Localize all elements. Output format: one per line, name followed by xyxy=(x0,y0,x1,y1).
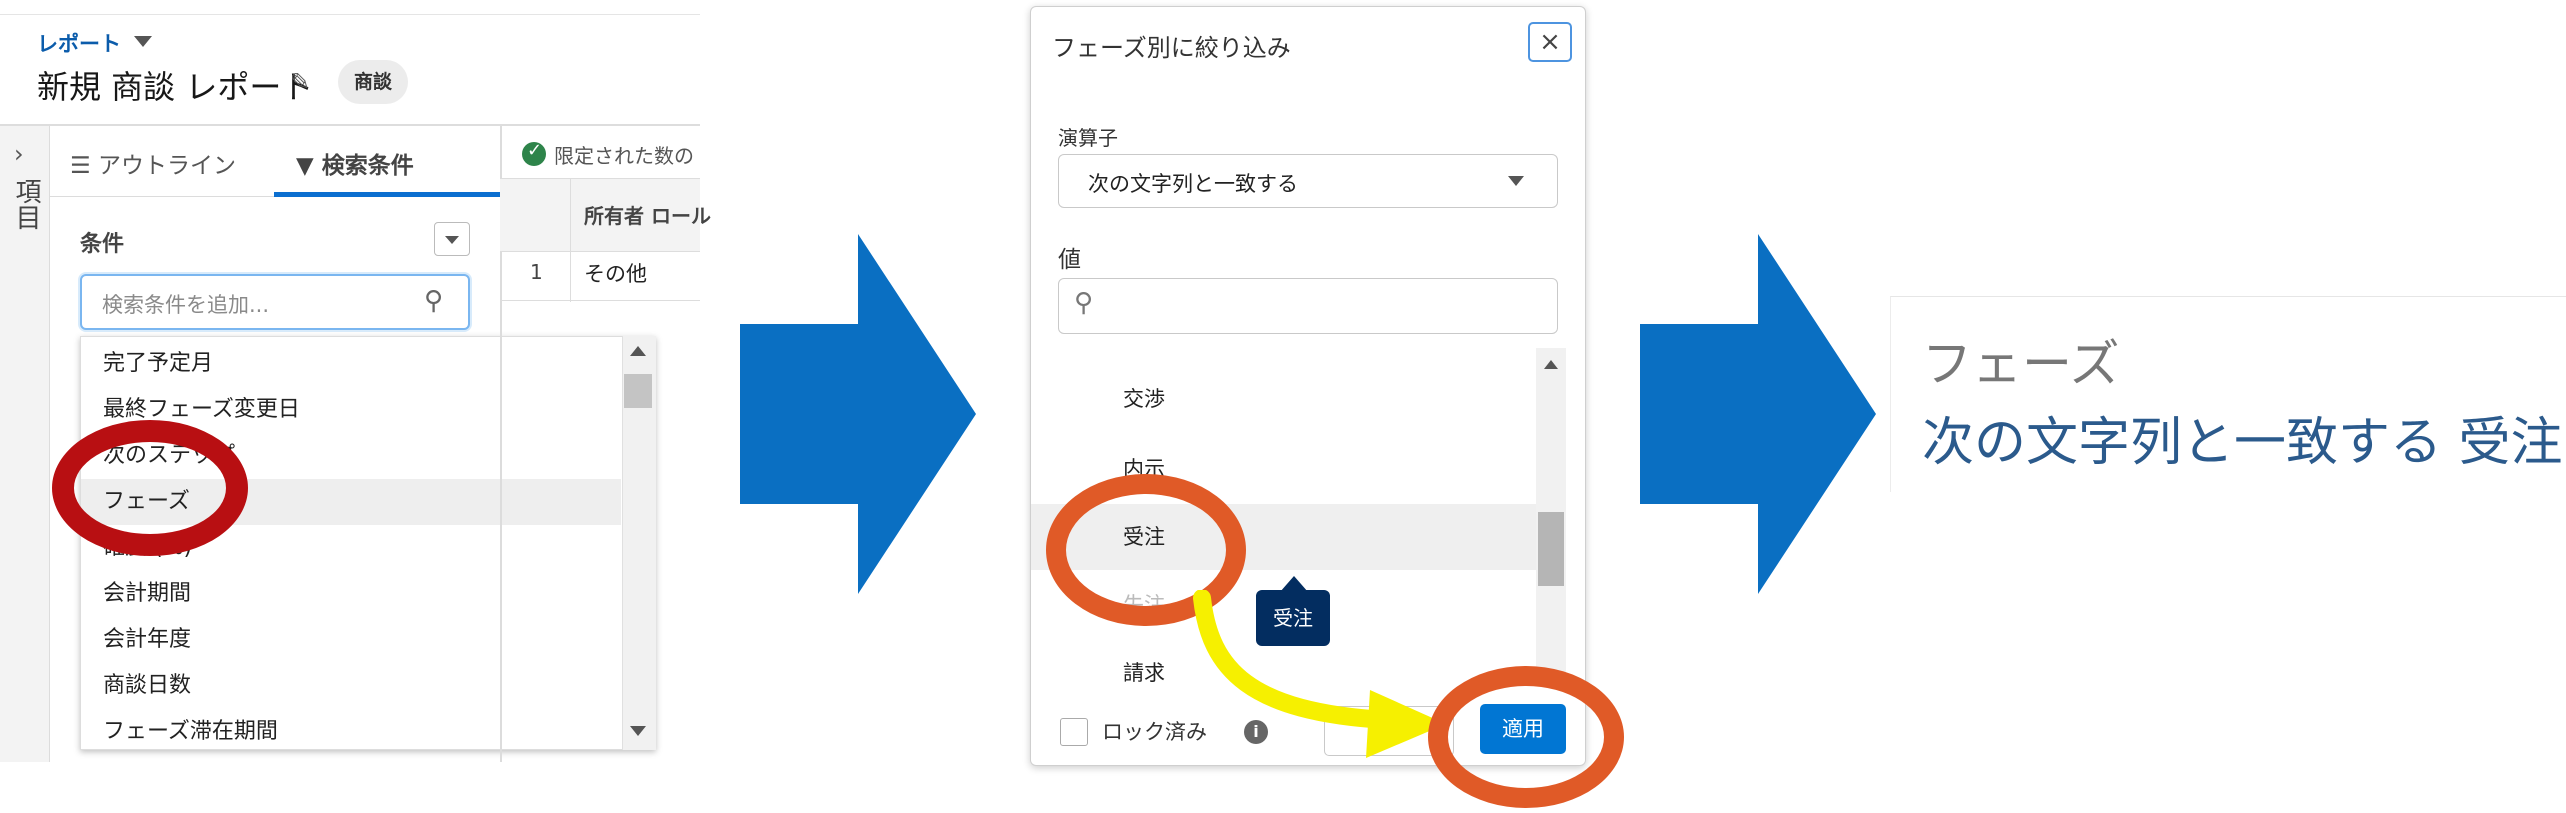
tab-outline[interactable]: ☰ アウトライン xyxy=(70,146,236,180)
active-tab-indicator xyxy=(274,192,500,197)
arrow-shape xyxy=(740,234,976,594)
conditions-label: 条件 xyxy=(80,232,125,257)
chevron-right-icon[interactable]: › xyxy=(14,140,24,168)
options-scrollbar[interactable] xyxy=(1536,348,1566,672)
value-label: 値 xyxy=(1058,247,1081,273)
close-button[interactable]: × xyxy=(1528,22,1572,62)
list-item[interactable]: フェーズ滞在期間 xyxy=(81,709,621,755)
list-icon: ☰ xyxy=(70,153,98,179)
table-column-header[interactable]: 所有者 ロール xyxy=(584,200,711,229)
value-search-input[interactable] xyxy=(1058,278,1558,334)
edit-pencil-icon[interactable]: ✎ xyxy=(290,68,310,96)
chevron-down-icon xyxy=(445,236,459,244)
scrollbar-thumb[interactable] xyxy=(1538,512,1564,586)
scroll-up-icon[interactable] xyxy=(1544,360,1558,369)
page-title: 新規 商談 レポート xyxy=(37,68,314,106)
scroll-down-icon[interactable] xyxy=(630,726,646,736)
list-item[interactable]: 会計年度 xyxy=(81,617,621,663)
report-type-badge: 商談 xyxy=(338,60,409,104)
locked-checkbox[interactable] xyxy=(1060,718,1088,746)
side-rail-label: 項目 xyxy=(11,178,41,230)
arrow-shape xyxy=(1640,234,1876,594)
summary-field-name: フェーズ xyxy=(1922,335,2120,393)
step-arrow-1 xyxy=(740,234,976,594)
check-glyph: ✓ xyxy=(527,140,543,161)
header-divider xyxy=(0,124,700,126)
step-arrow-2 xyxy=(1640,234,1876,594)
list-item[interactable]: 商談日数 xyxy=(81,663,621,709)
table-column-divider xyxy=(570,178,571,302)
close-icon: × xyxy=(1539,27,1561,57)
yellow-guide-arrow xyxy=(1193,590,1446,758)
option-item[interactable]: 交渉 xyxy=(1031,366,1537,432)
tab-outline-label: アウトライン xyxy=(97,153,236,179)
red-highlight-circle xyxy=(52,420,248,556)
breadcrumb-caret-icon[interactable] xyxy=(134,36,152,47)
breadcrumb[interactable]: レポート xyxy=(37,28,121,58)
list-item[interactable]: 会計期間 xyxy=(81,571,621,617)
tab-filters[interactable]: ▼ 検索条件 xyxy=(296,146,414,180)
table-row-divider xyxy=(500,300,700,301)
search-icon: ⚲ xyxy=(424,286,444,316)
summary-condition[interactable]: 次の文字列と一致する 受注 xyxy=(1922,400,2563,475)
tab-filters-label: 検索条件 xyxy=(321,153,414,179)
preview-status-text: 限定された数の xyxy=(554,144,694,168)
scroll-up-icon[interactable] xyxy=(630,346,646,356)
list-item[interactable]: 完了予定月 xyxy=(81,341,621,387)
chevron-down-icon xyxy=(1508,176,1524,186)
filter-search-placeholder: 検索条件を追加... xyxy=(102,293,270,317)
table-cell: その他 xyxy=(584,262,647,286)
dialog-title: フェーズ別に絞り込み xyxy=(1052,34,1291,62)
table-row-number: 1 xyxy=(530,260,543,284)
top-divider xyxy=(0,14,700,15)
search-icon: ⚲ xyxy=(1074,288,1094,318)
filter-funnel-icon: ▼ xyxy=(296,153,322,179)
operator-selected-value: 次の文字列と一致する xyxy=(1088,172,1298,196)
operator-label: 演算子 xyxy=(1058,126,1118,150)
orange-highlight-circle-apply xyxy=(1428,666,1624,808)
scrollbar-thumb[interactable] xyxy=(624,374,652,408)
yellow-arrow-path xyxy=(1193,590,1395,729)
